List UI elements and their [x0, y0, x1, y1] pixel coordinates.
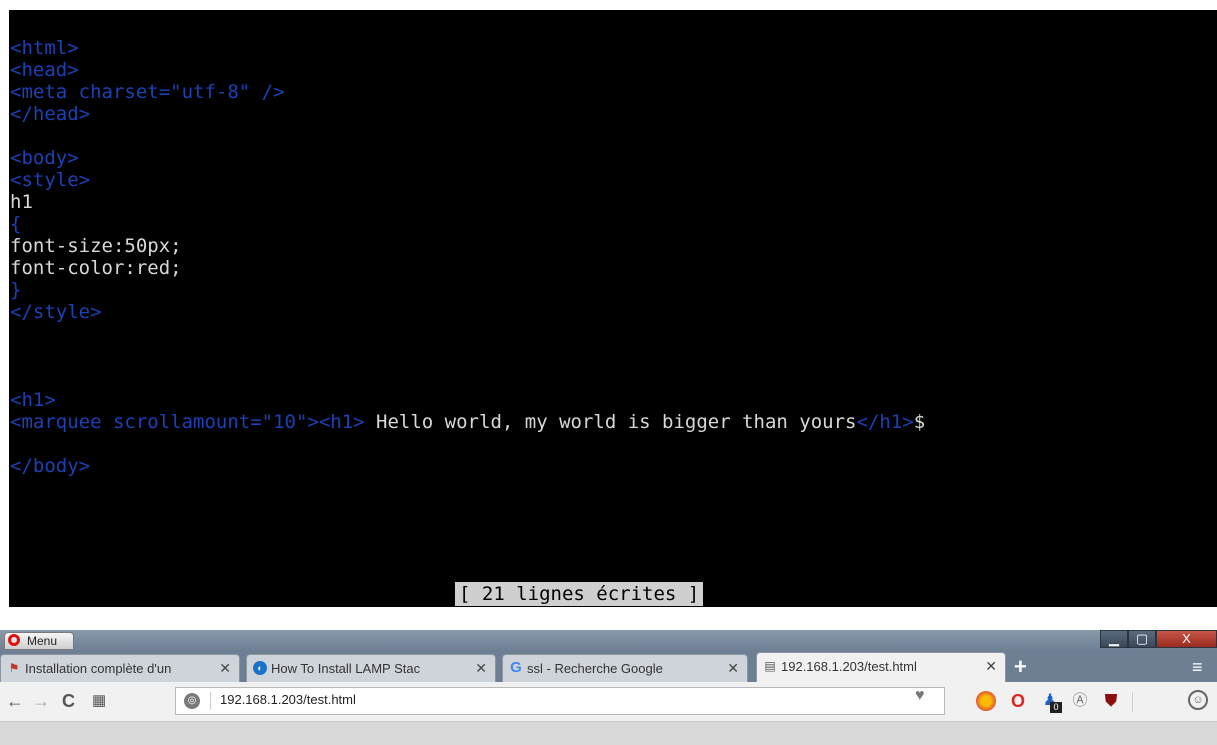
google-icon: G [510, 659, 522, 676]
code-tag: <head> [10, 59, 79, 81]
tabs-menu-icon[interactable]: ≡ [1192, 657, 1203, 678]
minimize-button[interactable]: ▁ [1100, 630, 1128, 648]
terminal-line: font-color:red; [10, 257, 182, 279]
address-divider [210, 692, 211, 710]
terminal-line: h1 [10, 191, 33, 213]
site-info-icon[interactable]: ◎ [184, 693, 200, 709]
page-icon: ▤ [764, 659, 776, 673]
ublock-icon[interactable]: ⛊ [1101, 691, 1121, 711]
ghostery-icon[interactable]: ♟ 0 [1040, 691, 1062, 713]
close-tab-icon[interactable]: ✕ [219, 660, 231, 677]
code-tag: <html> [10, 37, 79, 59]
toolbar-divider [1132, 692, 1133, 712]
close-tab-icon[interactable]: ✕ [727, 660, 739, 677]
forward-button[interactable]: → [32, 690, 50, 712]
terminal-line: { [10, 213, 21, 235]
code-tag: <style> [10, 169, 91, 191]
tab-ssl-google[interactable]: G ssl - Recherche Google ✕ [502, 654, 748, 682]
code-text: h1 [10, 191, 33, 213]
ghostery-badge: 0 [1050, 702, 1062, 713]
navigation-toolbar: ← → C ▦ ◎ ♥ ● O ♟0 Ⓐ ⛊ ☺ [0, 682, 1217, 722]
terminal-line: </head> [10, 103, 90, 125]
url-input[interactable] [220, 692, 820, 707]
code-text: Hello world, my world is bigger than you… [364, 411, 857, 433]
code-text: font-size:50px; [10, 235, 182, 257]
terminal-line: <html> [10, 37, 79, 59]
new-tab-button[interactable]: + [1014, 656, 1027, 678]
speed-dial-icon[interactable]: ▦ [92, 690, 106, 712]
code-text: $ [913, 411, 926, 433]
code-tag: </head> [10, 103, 91, 125]
close-tab-icon[interactable]: ✕ [985, 658, 997, 675]
browser-title-bar: Menu ▁ ▢ X [0, 630, 1217, 650]
code-tag: <body> [10, 147, 79, 169]
code-tag: <marquee scrollamount="10"><h1> [10, 411, 365, 433]
terminal-line: <meta charset="utf-8" /> [10, 81, 285, 103]
terminal-line: </style> [10, 301, 102, 323]
terminal-line: font-size:50px; [10, 235, 182, 257]
terminal-line: <head> [10, 59, 79, 81]
terminal-line: <marquee scrollamount="10"><h1> Hello wo… [10, 411, 925, 433]
code-tag: <meta charset="utf-8" /> [10, 81, 285, 103]
tab-strip: ⚑ Installation complète d'un ✕ ◐ How To … [0, 650, 1217, 682]
code-tag: </body> [10, 455, 91, 477]
lamp-icon: ⚑ [8, 661, 20, 675]
terminal-line: <style> [10, 169, 90, 191]
terminal-line: </body> [10, 455, 90, 477]
terminal-status-bar: [ 21 lignes écrites ] [455, 582, 704, 606]
code-tag: </style> [10, 301, 102, 323]
code-tag: } [10, 279, 22, 301]
terminal-window[interactable]: <html> <head> <meta charset="utf-8" /> </he… [9, 10, 1217, 607]
opera-icon[interactable]: O [1008, 691, 1028, 711]
anarchy-icon[interactable]: Ⓐ [1070, 691, 1090, 711]
close-tab-icon[interactable]: ✕ [475, 660, 487, 677]
account-icon[interactable]: ☺ [1188, 690, 1208, 710]
duckduckgo-icon[interactable]: ● [976, 691, 996, 711]
tab-test-html[interactable]: ▤ 192.168.1.203/test.html ✕ [756, 652, 1006, 682]
code-tag: </h1> [856, 411, 914, 433]
browser-window: Menu ▁ ▢ X ⚑ Installation complète d'un … [0, 630, 1217, 745]
address-bar[interactable]: ◎ [175, 687, 945, 715]
code-tag: <h1> [10, 389, 56, 411]
tab-installation[interactable]: ⚑ Installation complète d'un ✕ [0, 654, 240, 682]
opera-logo-icon [8, 634, 20, 646]
code-tag: { [10, 213, 22, 235]
back-button[interactable]: ← [6, 690, 24, 712]
tab-title: 192.168.1.203/test.html [781, 659, 917, 674]
bookmark-heart-icon[interactable]: ♥ [915, 687, 925, 705]
terminal-line: } [10, 279, 21, 301]
digitalocean-icon: ◐ [253, 661, 267, 675]
menu-label: Menu [27, 634, 58, 648]
tab-title: Installation complète d'un [25, 661, 172, 676]
terminal-line: <h1> [10, 389, 56, 411]
tab-how-to-install-lamp[interactable]: ◐ How To Install LAMP Stack ✕ [246, 654, 496, 682]
code-text: font-color:red; [10, 257, 182, 279]
terminal-line: <body> [10, 147, 79, 169]
maximize-button[interactable]: ▢ [1128, 630, 1156, 648]
menu-button[interactable]: Menu [4, 632, 74, 650]
tab-title: ssl - Recherche Google [527, 661, 663, 676]
close-window-button[interactable]: X [1156, 630, 1217, 648]
tab-title: How To Install LAMP Stack [271, 661, 421, 676]
reload-button[interactable]: C [62, 690, 75, 712]
